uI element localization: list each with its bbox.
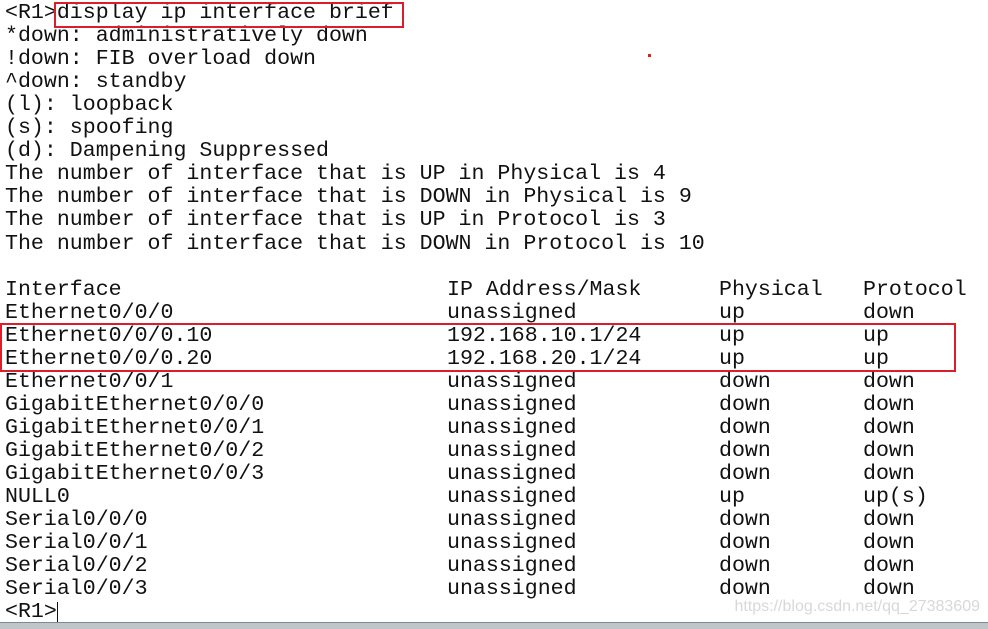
table-cell-physical-status: down xyxy=(719,554,771,579)
table-cell-physical-status: up xyxy=(719,485,745,510)
table-cell-interface: Serial0/0/3 xyxy=(5,577,148,602)
table-cell-protocol-status: down xyxy=(863,531,915,556)
summary-line: The number of interface that is DOWN in … xyxy=(5,185,692,210)
table-cell-protocol-status: down xyxy=(863,392,915,417)
table-cell-protocol-status: down xyxy=(863,438,915,463)
table-cell-physical-status: down xyxy=(719,508,771,533)
table-cell-protocol-status: down xyxy=(863,462,915,486)
legend-line: ^down: standby xyxy=(5,70,187,95)
table-cell-physical-status: down xyxy=(719,369,771,394)
table-cell-ip-address: unassigned xyxy=(447,485,577,510)
table-cell-ip-address: unassigned xyxy=(447,508,577,533)
table-cell-protocol-status: down xyxy=(863,415,915,440)
table-cell-ip-address: unassigned xyxy=(447,462,577,486)
table-cell-ip-address: unassigned xyxy=(447,554,577,579)
table-cell-interface: GigabitEthernet0/0/0 xyxy=(5,392,265,417)
summary-line: The number of interface that is DOWN in … xyxy=(5,231,705,256)
column-header-physical-status: Physical xyxy=(719,277,823,302)
table-cell-ip-address: unassigned xyxy=(447,392,577,417)
column-header-protocol-status: Protocol xyxy=(863,277,967,302)
table-cell-ip-address: unassigned xyxy=(447,415,577,440)
table-cell-ip-address: unassigned xyxy=(447,531,577,556)
table-cell-interface: GigabitEthernet0/0/2 xyxy=(5,438,265,463)
command-highlight-box xyxy=(54,2,404,28)
table-cell-interface: Serial0/0/0 xyxy=(5,508,148,533)
table-cell-ip-address: unassigned xyxy=(447,577,577,602)
prompt: <R1> xyxy=(5,1,57,25)
table-cell-protocol-status: up(s) xyxy=(863,485,928,510)
table-cell-ip-address: unassigned xyxy=(447,438,577,463)
table-cell-ip-address: unassigned xyxy=(447,369,577,394)
legend-line: *down: administratively down xyxy=(5,24,368,49)
table-cell-physical-status: down xyxy=(719,438,771,463)
table-cell-interface: GigabitEthernet0/0/1 xyxy=(5,415,265,440)
summary-line: The number of interface that is UP in Pr… xyxy=(5,208,666,233)
table-cell-physical-status: down xyxy=(719,462,771,486)
table-cell-physical-status: down xyxy=(719,415,771,440)
table-cell-ip-address: unassigned xyxy=(447,300,577,325)
table-cell-protocol-status: down xyxy=(863,369,915,394)
table-cell-protocol-status: down xyxy=(863,508,915,533)
table-cell-interface: Serial0/0/2 xyxy=(5,554,148,579)
watermark: https://blog.csdn.net/qq_27383609 xyxy=(734,598,980,615)
table-cell-protocol-status: down xyxy=(863,300,915,325)
legend-line: (d): Dampening Suppressed xyxy=(5,139,329,164)
table-cell-interface: Ethernet0/0/1 xyxy=(5,369,174,394)
subinterface-highlight-box xyxy=(0,323,956,372)
table-cell-protocol-status: down xyxy=(863,554,915,579)
legend-line: (l): loopback xyxy=(5,93,174,118)
table-cell-interface: Ethernet0/0/0 xyxy=(5,300,174,325)
red-dot-mark xyxy=(648,54,651,57)
column-header-ip-address: IP Address/Mask xyxy=(447,277,642,302)
table-cell-interface: NULL0 xyxy=(5,485,70,510)
text-cursor xyxy=(57,602,58,623)
table-cell-physical-status: up xyxy=(719,300,745,325)
summary-line: The number of interface that is UP in Ph… xyxy=(5,162,666,187)
legend-line: !down: FIB overload down xyxy=(5,47,317,72)
column-header-interface: Interface xyxy=(5,277,122,302)
final-prompt: <R1> xyxy=(5,600,57,625)
table-cell-physical-status: down xyxy=(719,531,771,556)
table-cell-interface: Serial0/0/1 xyxy=(5,531,148,556)
table-cell-physical-status: down xyxy=(719,392,771,417)
legend-line: (s): spoofing xyxy=(5,116,174,141)
table-cell-interface: GigabitEthernet0/0/3 xyxy=(5,462,265,486)
